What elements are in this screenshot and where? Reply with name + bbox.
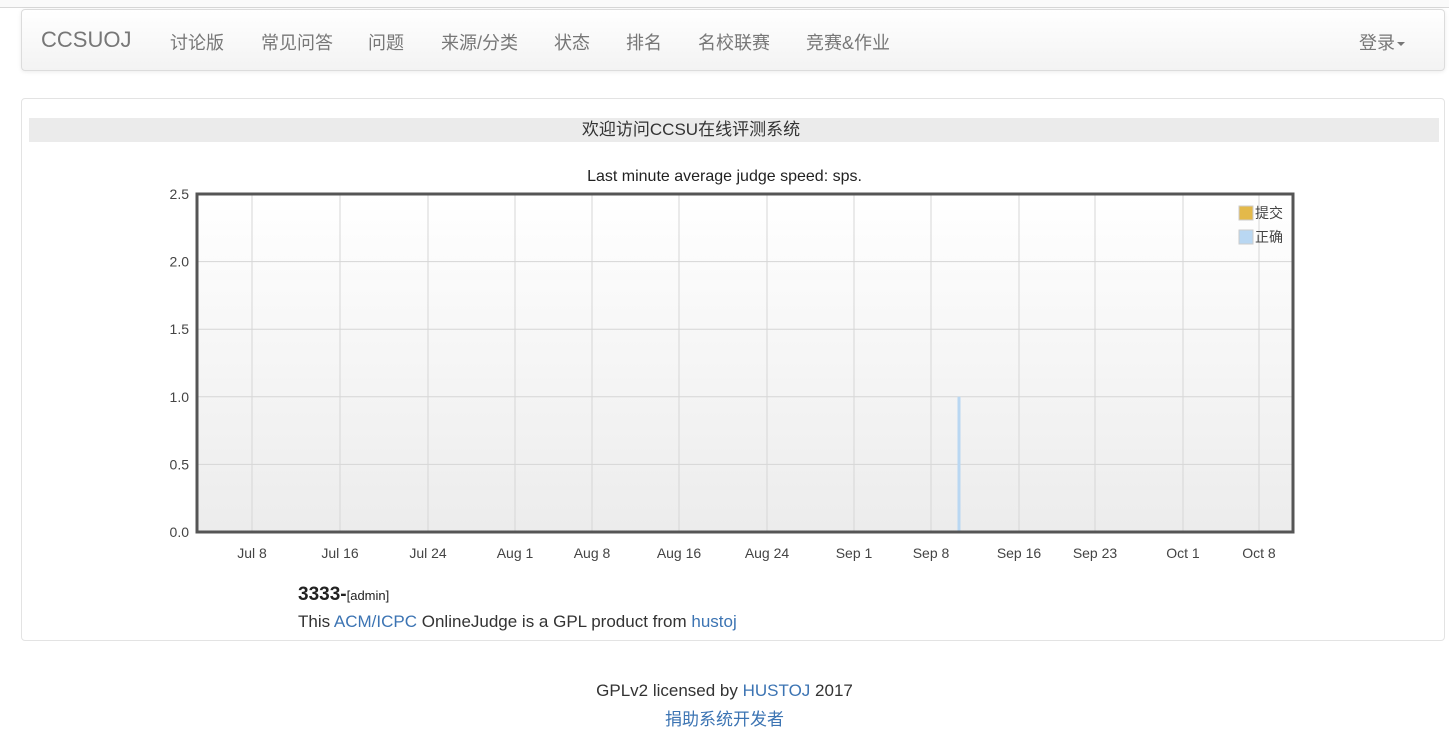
footer-license: GPLv2 licensed by HUSTOJ 2017 (0, 681, 1449, 701)
news-title[interactable]: 3333- (298, 584, 347, 605)
product-line: This ACM/ICPC OnlineJudge is a GPL produ… (298, 612, 737, 632)
x-tick-label: Oct 1 (1166, 545, 1200, 561)
plot-area (197, 194, 1293, 532)
x-tick-label: Aug 8 (574, 545, 611, 561)
x-tick-label: Jul 16 (321, 545, 359, 561)
judge-chart: 2.5 2.0 1.5 1.0 0.5 0.0 Jul 8 Jul 16 Jul 24 Aug 1… (170, 186, 1295, 561)
y-tick-label: 1.0 (170, 389, 190, 405)
legend-swatch (1238, 205, 1254, 221)
x-tick-label: Oct 8 (1242, 545, 1276, 561)
x-tick-label: Sep 8 (913, 545, 950, 561)
y-tick-label: 2.5 (170, 186, 190, 202)
product-text-prefix: This (298, 612, 334, 631)
x-tick-label: Sep 23 (1073, 545, 1118, 561)
x-tick-label: Jul 8 (237, 545, 267, 561)
news-author-tag: [admin] (346, 588, 390, 603)
x-tick-label: Aug 1 (497, 545, 534, 561)
legend-label: 正确 (1255, 230, 1283, 246)
donate-link[interactable]: 捐助系统开发者 (665, 710, 784, 729)
footer-donate: 捐助系统开发者 (0, 705, 1449, 730)
footer-year: 2017 (810, 681, 853, 700)
acm-icpc-link[interactable]: ACM/ICPC (334, 612, 417, 631)
legend-swatch (1238, 229, 1254, 245)
x-tick-label: Aug 16 (657, 545, 702, 561)
hustoj-link[interactable]: hustoj (691, 612, 736, 631)
x-tick-label: Sep 16 (997, 545, 1042, 561)
news-entry: 3333-[admin] (298, 584, 389, 606)
legend-label: 提交 (1255, 205, 1283, 222)
y-tick-label: 0.0 (170, 524, 190, 540)
y-tick-label: 0.5 (170, 456, 190, 472)
x-tick-label: Sep 1 (836, 545, 873, 561)
product-text-middle: OnlineJudge is a GPL product from (417, 612, 692, 631)
x-tick-label: Jul 24 (409, 545, 447, 561)
footer-prefix: GPLv2 licensed by (596, 681, 743, 700)
x-tick-label: Aug 24 (745, 545, 790, 561)
y-tick-label: 2.0 (170, 254, 190, 270)
y-tick-label: 1.5 (170, 321, 190, 337)
footer-hustoj-link[interactable]: HUSTOJ (743, 681, 811, 700)
